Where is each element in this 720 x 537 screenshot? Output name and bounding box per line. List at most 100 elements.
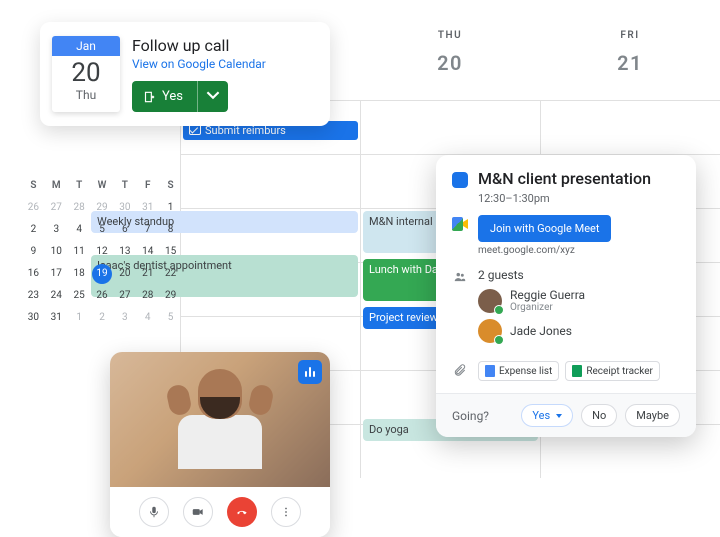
microphone-icon [147, 505, 161, 519]
mini-day[interactable]: 26 [22, 197, 45, 219]
mini-day[interactable]: 12 [91, 241, 114, 263]
more-vertical-icon [279, 505, 293, 519]
rsvp-dropdown-caret[interactable] [197, 81, 228, 112]
rsvp-yes-button[interactable]: Yes [132, 81, 228, 112]
mini-day[interactable]: 27 [113, 285, 136, 307]
mini-day[interactable]: 31 [136, 197, 159, 219]
mini-day[interactable]: 30 [113, 197, 136, 219]
guest-name: Jade Jones [510, 324, 572, 338]
mini-day[interactable]: 1 [68, 307, 91, 329]
mini-day[interactable]: 22 [159, 263, 182, 285]
door-icon [142, 90, 156, 104]
video-call-card [110, 352, 330, 537]
camera-button[interactable] [183, 497, 213, 527]
rsvp-yes-option[interactable]: Yes [521, 404, 573, 427]
google-meet-icon [452, 217, 468, 231]
attachments: Expense list Receipt tracker [478, 361, 660, 381]
meet-url[interactable]: meet.google.com/xyz [478, 245, 611, 256]
chevron-down-icon [206, 88, 220, 102]
mini-calendar[interactable]: SMTWTFS262728293031123456789101112131415… [22, 175, 182, 329]
followup-title: Follow up call [132, 36, 266, 55]
mini-day[interactable]: 10 [45, 241, 68, 263]
mini-day[interactable]: 28 [136, 285, 159, 307]
view-on-calendar-link[interactable]: View on Google Calendar [132, 57, 266, 71]
guest-name: Reggie Guerra [510, 288, 585, 302]
mini-day[interactable]: 4 [136, 307, 159, 329]
mini-day[interactable]: 30 [22, 307, 45, 329]
followup-card: Jan 20 Thu Follow up call View on Google… [40, 22, 330, 126]
mini-dow: F [136, 175, 159, 197]
guest-row[interactable]: Jade Jones [478, 319, 585, 343]
mini-day[interactable]: 7 [136, 219, 159, 241]
mini-day[interactable]: 11 [68, 241, 91, 263]
audio-indicator-icon [298, 360, 322, 384]
mini-day[interactable]: 23 [22, 285, 45, 307]
file-icon [572, 365, 582, 377]
file-icon [485, 365, 495, 377]
event-detail-card: M&N client presentation 12:30–1:30pm Joi… [436, 155, 696, 437]
mini-day[interactable]: 25 [68, 285, 91, 307]
mini-day[interactable]: 21 [136, 263, 159, 285]
join-meet-button[interactable]: Join with Google Meet [478, 215, 611, 242]
date-card-dow: Thu [52, 88, 120, 108]
mini-day[interactable]: 28 [68, 197, 91, 219]
guest-list: 2 guests Reggie GuerraOrganizer Jade Jone… [478, 268, 585, 349]
mini-day[interactable]: 1 [159, 197, 182, 219]
guest-role: Organizer [510, 302, 585, 313]
mini-day[interactable]: 13 [113, 241, 136, 263]
event-color-icon [452, 172, 468, 188]
mini-day[interactable]: 17 [45, 263, 68, 285]
mini-day[interactable]: 8 [159, 219, 182, 241]
mini-day[interactable]: 9 [22, 241, 45, 263]
rsvp-bar: Going? Yes No Maybe [436, 393, 696, 437]
mini-day[interactable]: 16 [22, 263, 45, 285]
event-time: 12:30–1:30pm [478, 192, 680, 205]
mini-day[interactable]: 29 [91, 197, 114, 219]
mini-day[interactable]: 24 [45, 285, 68, 307]
guest-row[interactable]: Reggie GuerraOrganizer [478, 288, 585, 313]
mini-day[interactable]: 26 [91, 285, 114, 307]
mini-dow: T [68, 175, 91, 197]
video-feed [110, 352, 330, 487]
day-header-fri[interactable]: FRI 21 [540, 30, 720, 81]
mini-day[interactable]: 4 [68, 219, 91, 241]
going-label: Going? [452, 409, 489, 423]
mini-day[interactable]: 3 [45, 219, 68, 241]
mini-day[interactable]: 18 [68, 263, 91, 285]
more-button[interactable] [271, 497, 301, 527]
people-icon [453, 270, 467, 284]
phone-icon [235, 505, 249, 519]
date-card-month: Jan [52, 36, 120, 56]
attachment-chip[interactable]: Expense list [478, 361, 559, 381]
date-card-day: 20 [52, 56, 120, 88]
mini-dow: M [45, 175, 68, 197]
mini-day[interactable]: 29 [159, 285, 182, 307]
avatar [478, 319, 502, 343]
attachment-chip[interactable]: Receipt tracker [565, 361, 660, 381]
avatar [478, 289, 502, 313]
mini-day[interactable]: 3 [113, 307, 136, 329]
mini-day[interactable]: 15 [159, 241, 182, 263]
day-header-thu[interactable]: THU 20 [360, 30, 540, 81]
mini-day[interactable]: 2 [91, 307, 114, 329]
mini-day[interactable]: 27 [45, 197, 68, 219]
mini-day[interactable]: 6 [113, 219, 136, 241]
rsvp-no-option[interactable]: No [581, 404, 617, 427]
guest-count: 2 guests [478, 268, 585, 282]
mini-day[interactable]: 2 [22, 219, 45, 241]
mini-dow: W [91, 175, 114, 197]
mini-dow: S [22, 175, 45, 197]
mute-button[interactable] [139, 497, 169, 527]
mini-day[interactable]: 31 [45, 307, 68, 329]
mini-day[interactable]: 19 [92, 264, 112, 284]
attachment-icon [453, 363, 467, 377]
mini-day[interactable]: 14 [136, 241, 159, 263]
rsvp-maybe-option[interactable]: Maybe [625, 404, 680, 427]
hangup-button[interactable] [227, 497, 257, 527]
camera-icon [191, 505, 205, 519]
mini-dow: T [113, 175, 136, 197]
mini-day[interactable]: 20 [113, 263, 136, 285]
mini-day[interactable]: 5 [91, 219, 114, 241]
mini-day[interactable]: 5 [159, 307, 182, 329]
mini-dow: S [159, 175, 182, 197]
